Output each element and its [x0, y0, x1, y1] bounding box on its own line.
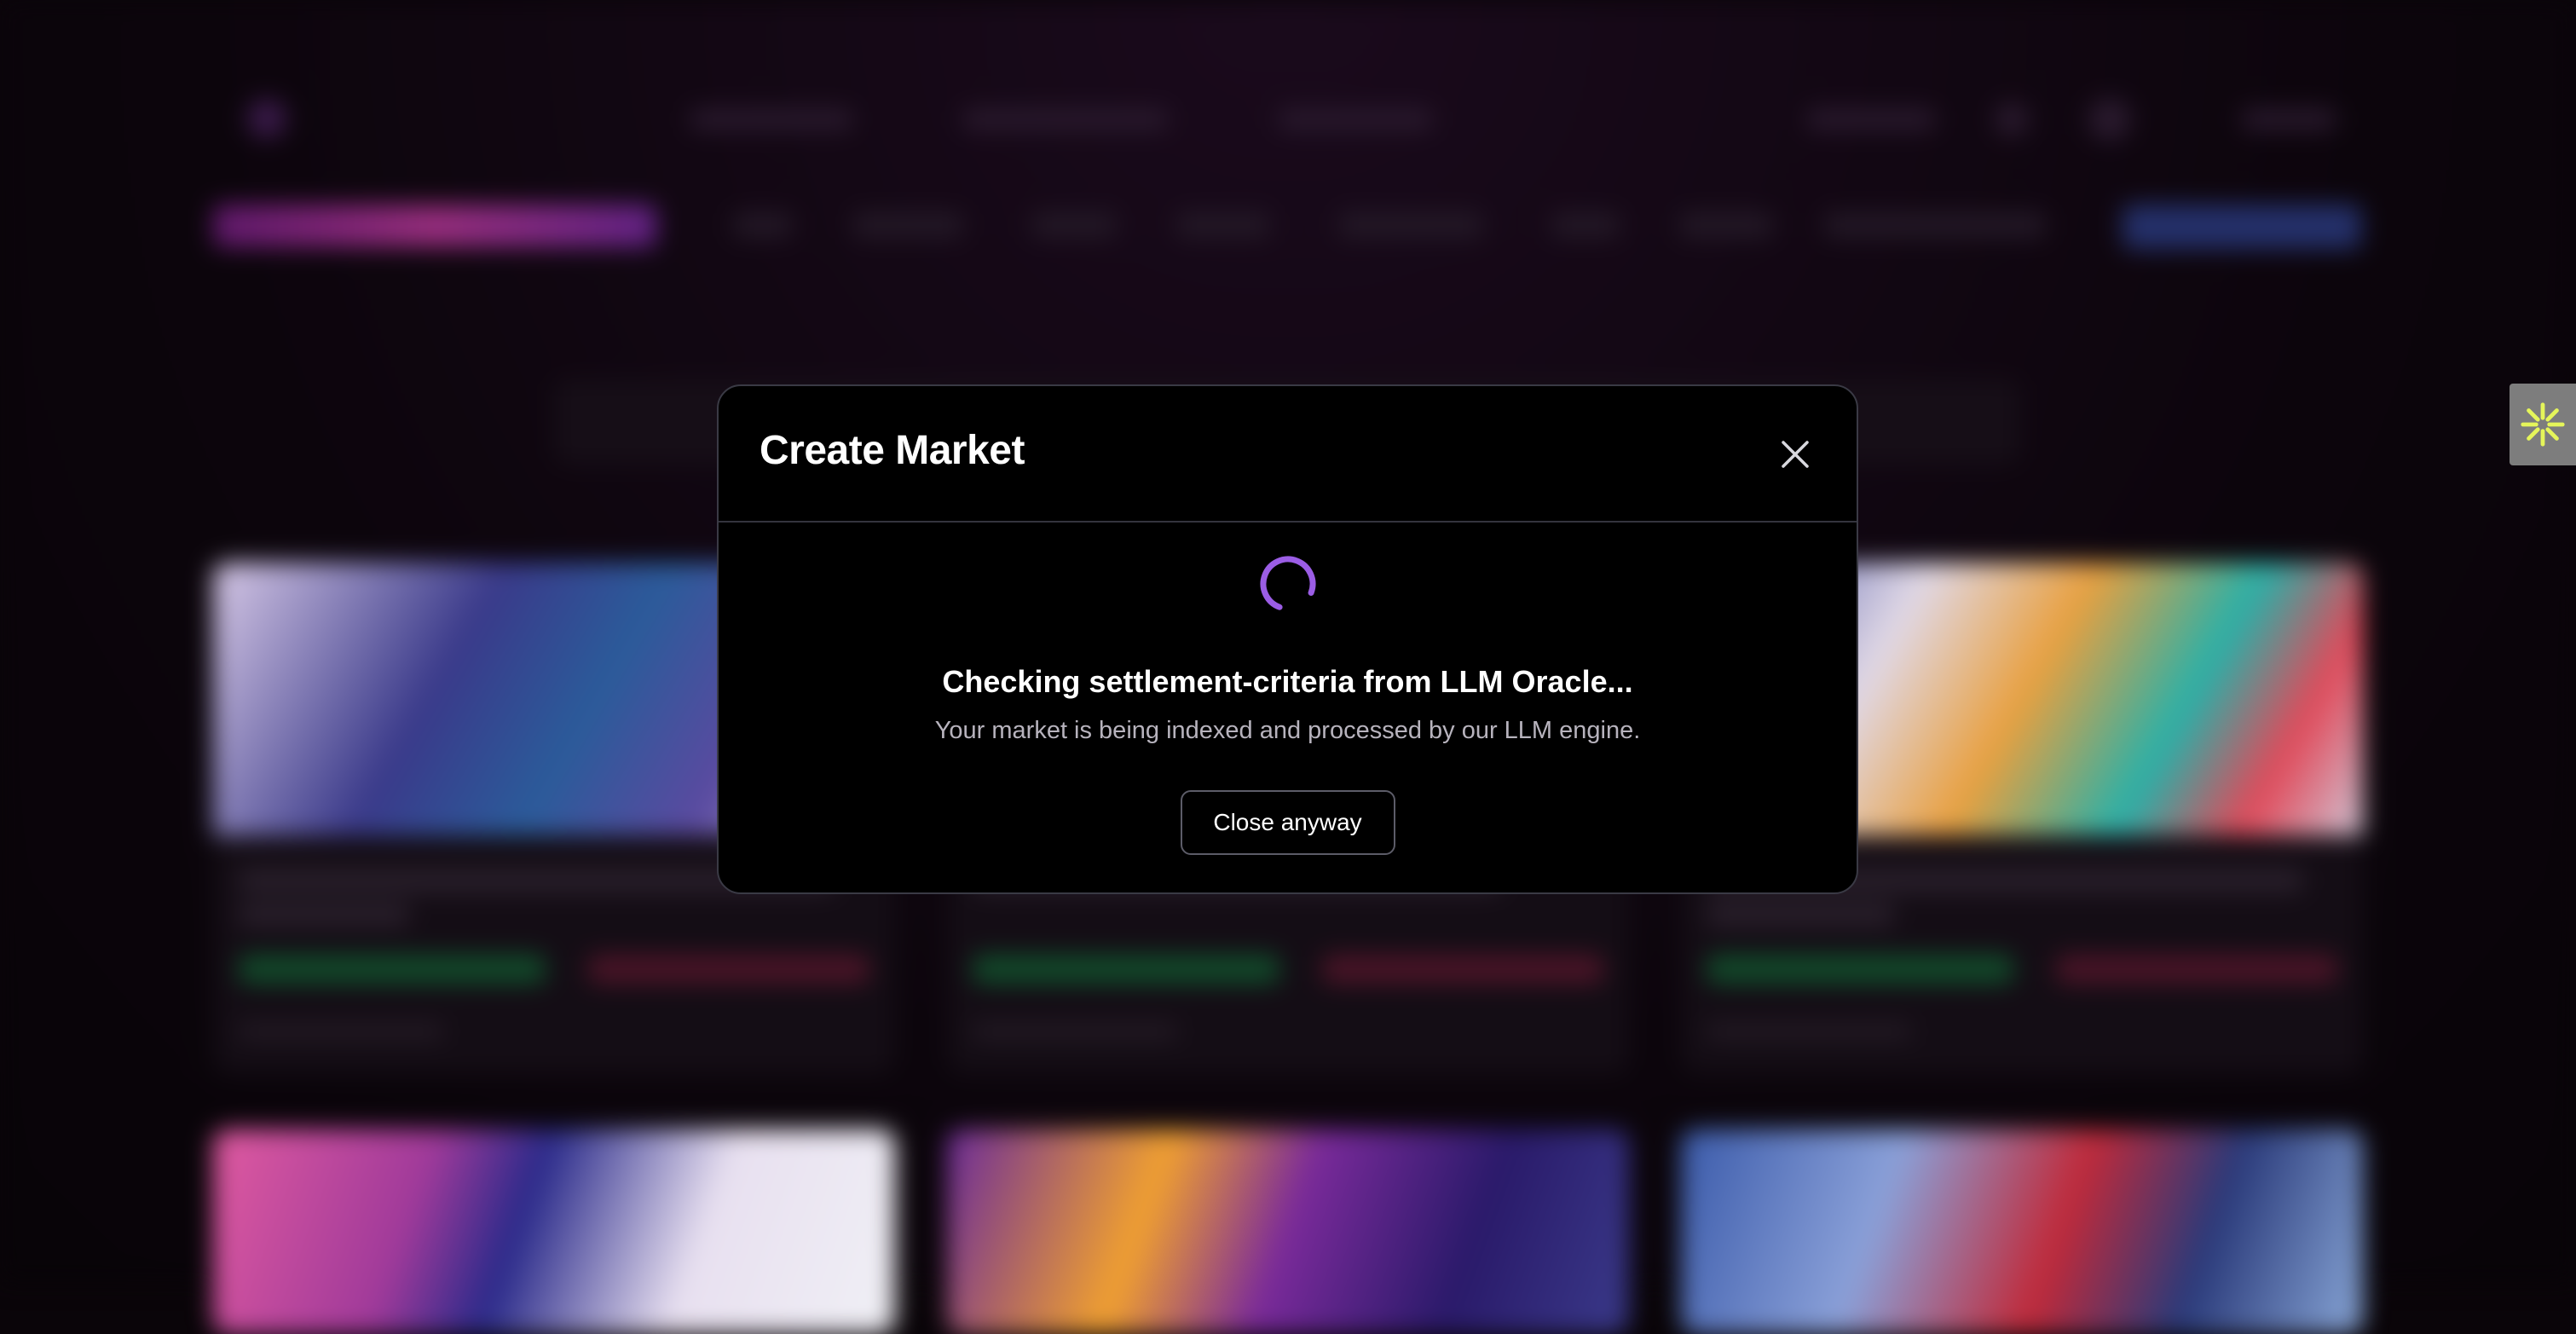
background-category	[852, 212, 963, 238]
background-nav-item	[963, 109, 1168, 130]
status-title: Checking settlement-criteria from LLM Or…	[942, 664, 1633, 699]
loading-spinner-icon	[1257, 553, 1319, 615]
background-category	[1338, 212, 1483, 238]
background-nav-item	[1807, 109, 1935, 130]
background-nav-item	[2242, 109, 2336, 130]
background-cta	[2123, 205, 2361, 249]
modal-header: Create Market	[719, 386, 1857, 523]
create-market-modal: Create Market Checking settlement-criter…	[717, 384, 1858, 894]
background-nav	[213, 94, 2361, 145]
background-brand-banner	[213, 205, 656, 247]
close-anyway-button[interactable]: Close anyway	[1180, 790, 1395, 855]
close-button[interactable]	[1778, 437, 1812, 471]
background-market-card	[947, 1129, 1629, 1334]
background-nav-icon	[2088, 98, 2131, 141]
close-icon	[1782, 441, 1809, 468]
background-market-card	[213, 1129, 895, 1334]
side-widget-button[interactable]	[2510, 384, 2576, 465]
background-category	[1679, 212, 1773, 238]
background-nav-item	[690, 109, 852, 130]
asterisk-burst-icon	[2521, 402, 2565, 447]
background-market-card	[1681, 1129, 2363, 1334]
background-category-bar	[213, 200, 2361, 251]
background-category	[733, 212, 793, 238]
background-nav-item	[1279, 109, 1432, 130]
background-category	[1824, 212, 2046, 238]
background-category	[1176, 212, 1270, 238]
status-subtitle: Your market is being indexed and process…	[934, 717, 1641, 744]
background-nav-icon	[1995, 102, 2029, 136]
modal-title: Create Market	[760, 428, 1025, 473]
background-category	[1031, 212, 1117, 238]
background-logo	[247, 99, 286, 138]
background-category	[1551, 212, 1620, 238]
